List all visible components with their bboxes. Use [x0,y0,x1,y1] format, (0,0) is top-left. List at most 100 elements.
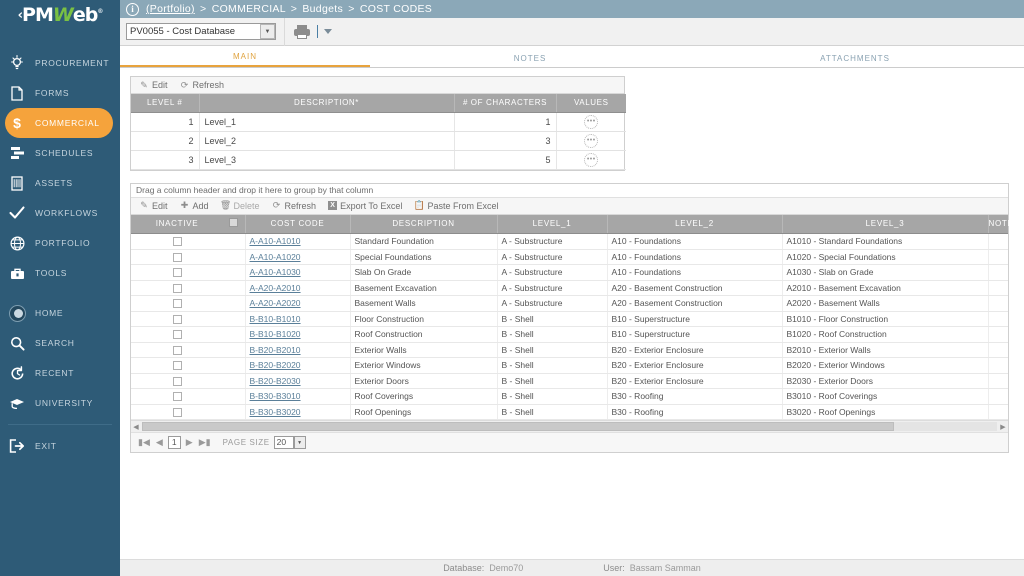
column-header-select-all[interactable] [223,214,246,234]
inactive-checkbox[interactable] [172,330,182,340]
table-row[interactable]: A-A10-A1030 Slab On Grade A - Substructure… [131,264,1008,281]
pager-page-input[interactable]: 1 [167,436,181,449]
cell-description[interactable]: Roof Coverings [350,388,498,405]
pager-last-button[interactable]: ▶▮ [198,437,212,448]
cell-description[interactable]: Floor Construction [350,311,498,327]
cell-level-1[interactable]: B - Shell [497,311,608,327]
inactive-checkbox[interactable] [172,361,182,371]
horizontal-scrollbar[interactable]: ◀ ▶ [131,420,1008,432]
pmweb-logo[interactable]: ‹PMWeb® [0,0,120,30]
inactive-checkbox[interactable] [172,345,182,355]
cell-notes[interactable] [988,404,1008,420]
cost-codes-add-button[interactable]: ✚ Add [180,200,209,211]
cell-notes[interactable] [988,357,1008,374]
cell-level-3[interactable]: A1020 - Special Foundations [782,249,989,265]
cost-code-link[interactable]: A-A10-A1030 [250,267,301,277]
cell-description[interactable]: Special Foundations [350,249,498,265]
cell-level-2[interactable]: B10 - Superstructure [607,311,783,327]
inactive-checkbox[interactable] [172,392,182,402]
sidebar-item-university[interactable]: UNIVERSITY [0,388,120,418]
values-ellipsis-button[interactable]: ••• [584,133,599,148]
cost-code-link[interactable]: A-A20-A2010 [250,283,301,293]
scroll-left-arrow-icon[interactable]: ◀ [131,423,141,431]
cell-description[interactable]: Exterior Doors [350,373,498,389]
pager-first-button[interactable]: ▮◀ [137,437,151,448]
table-row[interactable]: B-B20-B2020 Exterior Windows B - Shell B20 … [131,357,1008,374]
scrollbar-track[interactable] [142,422,997,431]
sidebar-item-tools[interactable]: TOOLS [0,258,120,288]
cell-level-3[interactable]: B1010 - Floor Construction [782,311,989,327]
cell-level-2[interactable]: B20 - Exterior Enclosure [607,357,783,374]
cell-level-3[interactable]: A2010 - Basement Excavation [782,280,989,296]
export-to-excel-button[interactable]: X Export To Excel [328,201,402,211]
cell-description[interactable]: Basement Walls [350,295,498,312]
column-header-level-num[interactable]: LEVEL # [131,94,200,113]
cell-level-2[interactable]: B10 - Superstructure [607,326,783,343]
cell-level-2[interactable]: A20 - Basement Construction [607,280,783,296]
column-header-cost-code[interactable]: COST CODE [245,214,351,234]
cost-code-link[interactable]: B-B20-B2010 [250,345,301,355]
cell-level-3[interactable]: A1030 - Slab on Grade [782,264,989,281]
table-row[interactable]: B-B10-B1010 Floor Construction B - Shell B1… [131,311,1008,327]
cell-description[interactable]: Standard Foundation [350,233,498,250]
cost-code-link[interactable]: B-B30-B3010 [250,391,301,401]
cell-num-characters[interactable]: 3 [454,131,557,151]
table-row[interactable]: A-A20-A2020 Basement Walls A - Substructur… [131,295,1008,312]
breadcrumb-link-portfolio[interactable]: (Portfolio) [146,3,195,15]
breadcrumb-item-commercial[interactable]: COMMERCIAL [212,3,286,15]
inactive-checkbox[interactable] [172,237,182,247]
cell-notes[interactable] [988,233,1008,250]
cost-code-link[interactable]: A-A10-A1010 [250,236,301,246]
sidebar-item-commercial[interactable]: $ COMMERCIAL [5,108,113,138]
cell-level-3[interactable]: B3020 - Roof Openings [782,404,989,420]
column-header-notes[interactable]: NOTES [988,214,1019,234]
cell-level-1[interactable]: A - Substructure [497,233,608,250]
cell-level-3[interactable]: B2010 - Exterior Walls [782,342,989,358]
cell-level-1[interactable]: A - Substructure [497,264,608,281]
cell-level-2[interactable]: A10 - Foundations [607,233,783,250]
tab-notes[interactable]: NOTES [370,54,690,67]
cell-level-1[interactable]: A - Substructure [497,249,608,265]
column-header-level-3[interactable]: LEVEL_3 [782,214,989,234]
sidebar-item-recent[interactable]: RECENT [0,358,120,388]
cell-level-2[interactable]: B30 - Roofing [607,388,783,405]
cell-description[interactable]: Level_2 [199,131,455,151]
cell-level-3[interactable]: B2030 - Exterior Doors [782,373,989,389]
column-header-values[interactable]: VALUES [556,94,626,113]
cell-description[interactable]: Basement Excavation [350,280,498,296]
cell-description[interactable]: Exterior Walls [350,342,498,358]
cost-codes-edit-button[interactable]: ✎ Edit [139,200,167,211]
values-ellipsis-button[interactable]: ••• [584,114,599,129]
table-row[interactable]: B-B20-B2010 Exterior Walls B - Shell B20 - … [131,342,1008,358]
cost-code-link[interactable]: A-A20-A2020 [250,298,301,308]
cell-level-1[interactable]: A - Substructure [497,295,608,312]
levels-edit-button[interactable]: ✎ Edit [139,80,167,91]
cell-level-3[interactable]: B1020 - Roof Construction [782,326,989,343]
cell-level-1[interactable]: B - Shell [497,388,608,405]
sidebar-item-assets[interactable]: ASSETS [0,168,120,198]
cell-notes[interactable] [988,388,1008,405]
cell-level-2[interactable]: A10 - Foundations [607,249,783,265]
cell-level-1[interactable]: A - Substructure [497,280,608,296]
cell-level-2[interactable]: A10 - Foundations [607,264,783,281]
cost-code-link[interactable]: B-B20-B2030 [250,376,301,386]
cost-code-link[interactable]: B-B10-B1020 [250,329,301,339]
tab-main[interactable]: MAIN [120,52,370,67]
cell-notes[interactable] [988,249,1008,265]
print-icon[interactable] [293,24,311,40]
cost-codes-delete-button[interactable]: 🗑 Delete [220,200,260,211]
cell-description[interactable]: Roof Construction [350,326,498,343]
scroll-right-arrow-icon[interactable]: ▶ [998,423,1008,431]
cell-num-characters[interactable]: 1 [454,112,557,132]
cell-level-1[interactable]: B - Shell [497,373,608,389]
cost-code-link[interactable]: B-B30-B3020 [250,407,301,417]
print-options-chevron-down-icon[interactable] [324,29,332,34]
cost-code-link[interactable]: B-B10-B1010 [250,314,301,324]
cell-notes[interactable] [988,264,1008,281]
sidebar-item-procurement[interactable]: PROCUREMENT [0,48,120,78]
page-size-chevron-down-icon[interactable]: ▼ [293,436,306,449]
table-row[interactable]: B-B30-B3020 Roof Openings B - Shell B30 - R… [131,404,1008,420]
table-row[interactable]: 1 Level_1 1 ••• [131,112,626,132]
cell-level-3[interactable]: A1010 - Standard Foundations [782,233,989,250]
inactive-checkbox[interactable] [172,407,182,417]
